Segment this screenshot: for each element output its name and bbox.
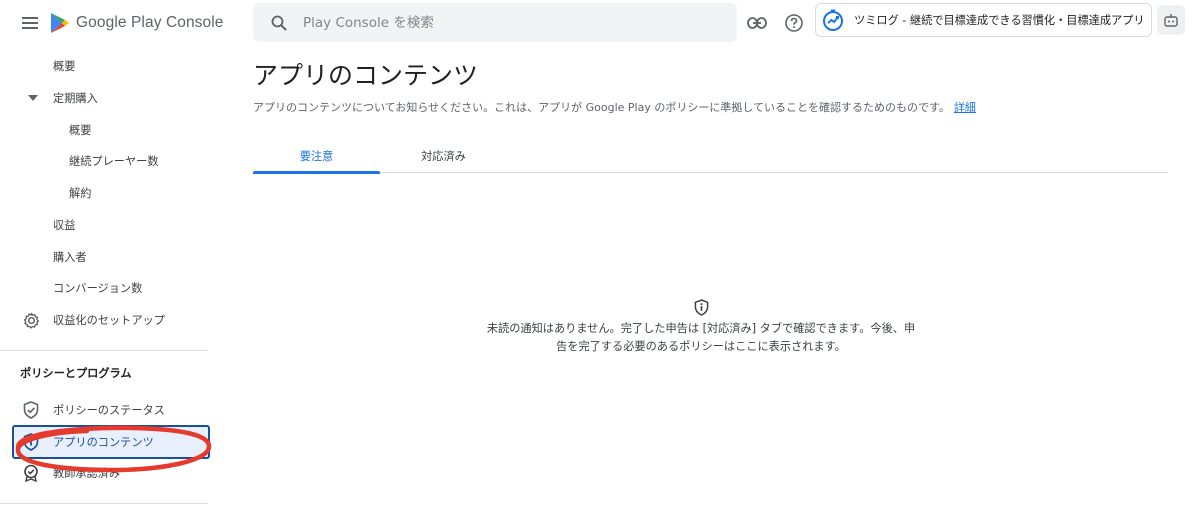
sidebar-item-subscriptions-overview[interactable]: 概要	[69, 116, 91, 144]
learn-more-link[interactable]: 詳細	[954, 101, 976, 114]
sidebar-item-label: アプリのコンテンツ	[53, 436, 154, 449]
app-icon	[820, 7, 846, 33]
sidebar-item-label: 収益	[53, 219, 76, 232]
menu-icon[interactable]	[18, 12, 42, 34]
sidebar-item-label: コンバージョン数	[53, 282, 143, 295]
google-play-icon	[51, 13, 69, 33]
tab-action-required[interactable]: 要注意	[253, 140, 380, 174]
sidebar-item-cancellations[interactable]: 解約	[69, 179, 91, 207]
sidebar-item-overview[interactable]: 概要	[53, 52, 75, 80]
app-name: ツミログ - 継続で目標達成できる習慣化・目標達成アプリ	[854, 14, 1145, 27]
sidebar: 概要 定期購入 概要 継続プレーヤー数 解約 収益 購入者 コンバージョン数 収…	[0, 46, 220, 506]
gear-icon	[21, 310, 41, 330]
sidebar-item-retained-players[interactable]: 継続プレーヤー数	[69, 147, 159, 175]
caret-down-icon	[23, 88, 43, 108]
section-title-policy: ポリシーとプログラム	[20, 367, 132, 380]
help-icon[interactable]	[782, 11, 806, 35]
sidebar-item-buyers[interactable]: 購入者	[53, 243, 87, 271]
search-icon	[269, 13, 289, 33]
sidebar-item-label: 継続プレーヤー数	[69, 155, 159, 168]
sidebar-item-monetization-setup[interactable]: 収益化のセットアップ	[23, 306, 165, 334]
sidebar-item-label: 解約	[69, 187, 92, 200]
shield-check-icon	[21, 400, 41, 420]
sidebar-item-label: 収益化のセットアップ	[53, 314, 165, 327]
sidebar-item-policy-status[interactable]: ポリシーのステータス	[23, 396, 165, 424]
sidebar-item-conversions[interactable]: コンバージョン数	[53, 274, 142, 302]
sidebar-item-teacher-approved[interactable]: 教師承認済み	[24, 459, 121, 487]
top-app-bar: Google Play Console ツミログ - 継続で目標達成できる習慣化…	[0, 0, 1200, 46]
sidebar-item-label: 教師承認済み	[53, 467, 121, 480]
sidebar-item-label: 概要	[53, 60, 76, 73]
empty-state-line-2: 告を完了する必要のあるポリシーはここに表示されます。	[556, 340, 846, 353]
sidebar-item-app-content[interactable]: アプリのコンテンツ	[23, 428, 154, 456]
app-selector[interactable]: ツミログ - 継続で目標達成できる習慣化・目標達成アプリ	[815, 3, 1152, 37]
shield-info-icon	[692, 297, 710, 317]
shield-info-icon	[21, 432, 41, 452]
sidebar-divider	[0, 503, 208, 504]
search-input[interactable]	[303, 14, 703, 31]
account-icon[interactable]	[1157, 5, 1185, 35]
page-description: アプリのコンテンツについてお知らせください。これは、アプリが Google Pl…	[253, 99, 976, 115]
tab-bar: 要注意 対応済み	[253, 140, 1168, 174]
link-icon[interactable]	[745, 11, 769, 35]
sidebar-item-label: 概要	[69, 124, 92, 137]
sidebar-divider	[0, 350, 208, 351]
sidebar-item-label: 定期購入	[53, 92, 98, 105]
empty-state-message: 未読の通知はありません。完了した申告は [対応済み] タブで確認できます。今後、…	[478, 320, 924, 356]
sidebar-item-label: ポリシーのステータス	[53, 404, 165, 417]
logo-text: Google Play Console	[76, 14, 224, 31]
sidebar-item-revenue[interactable]: 収益	[53, 211, 75, 239]
badge-check-icon	[21, 463, 41, 483]
page-description-text: アプリのコンテンツについてお知らせください。これは、アプリが Google Pl…	[253, 101, 950, 114]
page-title: アプリのコンテンツ	[253, 61, 479, 90]
tab-addressed[interactable]: 対応済み	[380, 140, 507, 172]
empty-state-line-1: 未読の通知はありません。完了した申告は [対応済み] タブで確認できます。今後、…	[486, 322, 916, 335]
search-bar[interactable]	[253, 3, 737, 42]
sidebar-item-label: 購入者	[53, 251, 87, 264]
sidebar-item-subscriptions[interactable]: 定期購入	[28, 84, 98, 112]
play-console-logo[interactable]: Google Play Console	[50, 11, 224, 35]
